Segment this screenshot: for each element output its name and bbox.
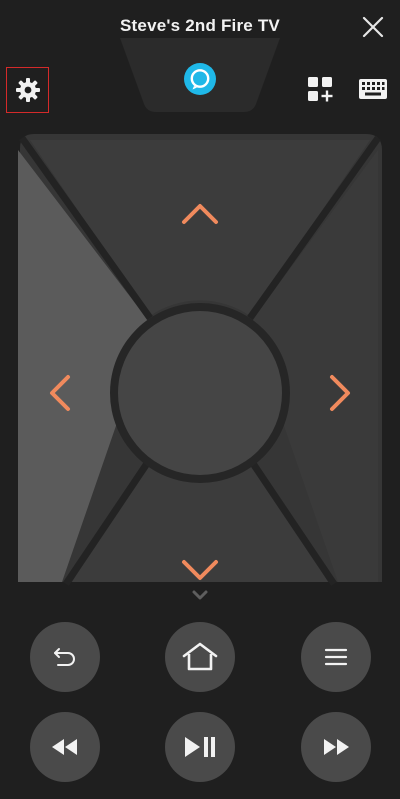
rewind-icon — [52, 739, 77, 755]
alexa-icon — [184, 63, 216, 95]
settings-button[interactable] — [6, 67, 49, 113]
play-pause-button[interactable] — [165, 712, 235, 782]
back-button[interactable] — [30, 622, 100, 692]
device-title: Steve's 2nd Fire TV — [120, 16, 280, 35]
dpad-down-segment[interactable] — [72, 462, 328, 582]
expand-chevron-icon[interactable] — [188, 588, 212, 602]
keyboard-icon — [359, 79, 387, 99]
apps-button[interactable] — [306, 75, 334, 103]
alexa-button[interactable] — [183, 62, 217, 96]
gear-icon — [15, 78, 40, 102]
home-icon — [182, 642, 218, 671]
back-icon — [54, 648, 75, 666]
menu-button[interactable] — [301, 622, 371, 692]
fast-forward-button[interactable] — [301, 712, 371, 782]
home-button[interactable] — [165, 622, 235, 692]
rewind-button[interactable] — [30, 712, 100, 782]
play-pause-icon — [185, 737, 215, 757]
fast-forward-icon — [324, 739, 349, 755]
menu-icon — [324, 648, 348, 666]
dpad-select-button[interactable] — [118, 311, 282, 475]
apps-add-icon — [308, 77, 333, 102]
close-button[interactable] — [358, 12, 388, 42]
keyboard-button[interactable] — [358, 78, 388, 100]
close-icon — [362, 16, 384, 38]
fire-tv-remote-app: Steve's 2nd Fire TV — [0, 0, 400, 799]
